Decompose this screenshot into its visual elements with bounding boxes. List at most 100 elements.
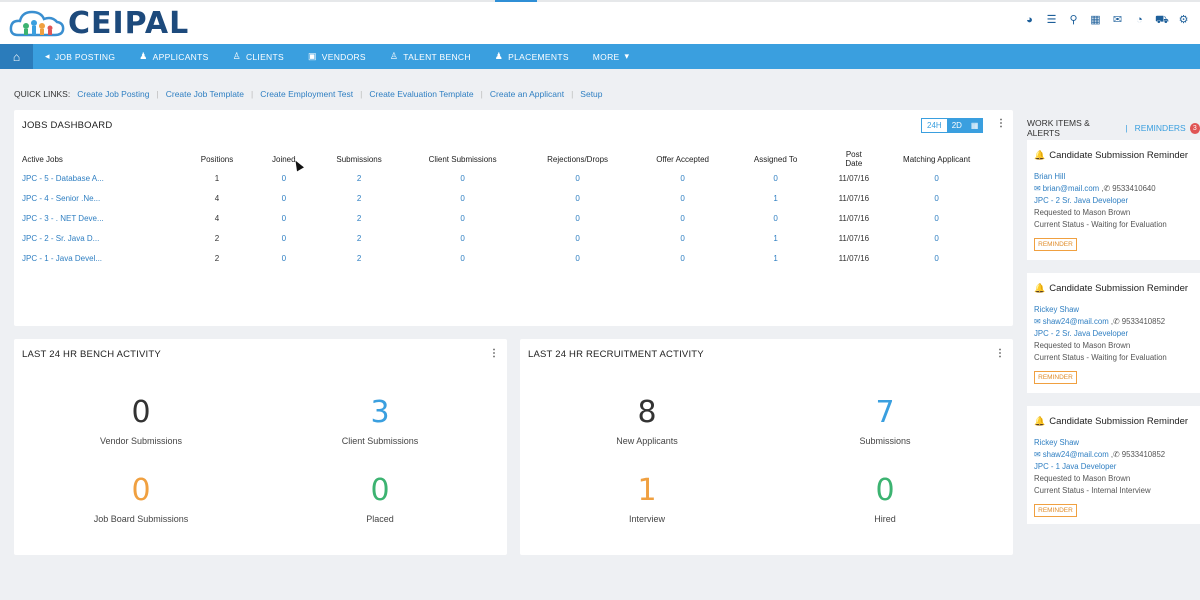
joined-cell[interactable]: 0: [272, 228, 296, 248]
reminder-badge[interactable]: REMINDER: [1034, 504, 1077, 517]
quick-link-create-employment-test[interactable]: Create Employment Test: [260, 89, 353, 99]
table-row[interactable]: JPC - 3 - . NET Deve... 4 0 2 0 0 0 0 11…: [22, 208, 1004, 228]
rejections-cell[interactable]: 0: [503, 188, 653, 208]
calendar-icon[interactable]: ▦: [966, 119, 983, 132]
job-link[interactable]: JPC - 5 - Database A...: [22, 168, 162, 188]
search-icon[interactable]: ⚲: [1067, 14, 1080, 27]
matching-applicant-cell[interactable]: 0: [869, 168, 1004, 188]
quick-link-create-evaluation-template[interactable]: Create Evaluation Template: [369, 89, 473, 99]
job-link[interactable]: JPC - 2 Sr. Java Developer: [1034, 196, 1128, 205]
clock-icon[interactable]: ◔: [1133, 14, 1146, 27]
assigned-to-cell[interactable]: 0: [713, 208, 839, 228]
assigned-to-cell[interactable]: 0: [713, 168, 839, 188]
matching-applicant-cell[interactable]: 0: [869, 228, 1004, 248]
quick-link-create-applicant[interactable]: Create an Applicant: [490, 89, 564, 99]
stat-hired[interactable]: 0 Hired: [785, 475, 985, 525]
recruitment-activity-menu-icon[interactable]: ⋮: [995, 348, 1005, 359]
nav-placements[interactable]: ♟ PLACEMENTS: [483, 51, 581, 62]
table-row[interactable]: JPC - 4 - Senior .Ne... 4 0 2 0 0 0 1 11…: [22, 188, 1004, 208]
rejections-cell[interactable]: 0: [503, 168, 653, 188]
column-header: Assigned To: [753, 154, 798, 164]
candidate-email[interactable]: brian@mail.com: [1043, 184, 1099, 193]
offer-accepted-cell[interactable]: 0: [653, 248, 713, 268]
reminder-badge[interactable]: REMINDER: [1034, 238, 1077, 251]
candidate-name-link[interactable]: Rickey Shaw: [1034, 438, 1079, 447]
job-link[interactable]: JPC - 2 - Sr. Java D...: [22, 228, 162, 248]
job-link[interactable]: JPC - 4 - Senior .Ne...: [22, 188, 162, 208]
matching-applicant-cell[interactable]: 0: [869, 248, 1004, 268]
client-submissions-cell[interactable]: 0: [423, 168, 503, 188]
jobs-dashboard-menu-icon[interactable]: ⋮: [996, 118, 1006, 129]
stat-placed[interactable]: 0 Placed: [280, 475, 480, 525]
submissions-cell[interactable]: 2: [296, 208, 423, 228]
joined-cell[interactable]: 0: [272, 188, 296, 208]
settings-icon[interactable]: ⚙: [1177, 14, 1190, 27]
candidate-email[interactable]: shaw24@mail.com: [1043, 317, 1109, 326]
nav-vendors[interactable]: ▣ VENDORS: [296, 51, 378, 62]
table-row[interactable]: JPC - 2 - Sr. Java D... 2 0 2 0 0 0 1 11…: [22, 228, 1004, 248]
joined-cell[interactable]: 0: [272, 168, 296, 188]
submissions-cell[interactable]: 2: [296, 248, 423, 268]
submissions-cell[interactable]: 2: [296, 188, 423, 208]
reminder-card[interactable]: 🔔 Candidate Submission Reminder Brian Hil…: [1027, 140, 1200, 260]
reminder-card[interactable]: 🔔 Candidate Submission Reminder Rickey Sh…: [1027, 273, 1200, 393]
job-link[interactable]: JPC - 3 - . NET Deve...: [22, 208, 162, 228]
quick-link-setup[interactable]: Setup: [580, 89, 602, 99]
job-link[interactable]: JPC - 1 Java Developer: [1034, 462, 1116, 471]
client-submissions-cell[interactable]: 0: [423, 228, 503, 248]
work-items-tab[interactable]: WORK ITEMS & ALERTS: [1027, 118, 1118, 138]
stat-job-board-submissions[interactable]: 0 Job Board Submissions: [41, 475, 241, 525]
offer-accepted-cell[interactable]: 0: [653, 208, 713, 228]
candidate-name-link[interactable]: Rickey Shaw: [1034, 305, 1079, 314]
candidate-email[interactable]: shaw24@mail.com: [1043, 450, 1109, 459]
reminder-badge[interactable]: REMINDER: [1034, 371, 1077, 384]
nav-talent-bench[interactable]: ♙ TALENT BENCH: [378, 51, 483, 62]
list-icon[interactable]: ☰: [1045, 14, 1058, 27]
job-link[interactable]: JPC - 1 - Java Devel...: [22, 248, 162, 268]
mail-icon[interactable]: ✉: [1111, 14, 1124, 27]
stat-client-submissions[interactable]: 3 Client Submissions: [280, 397, 480, 447]
matching-applicant-cell[interactable]: 0: [869, 208, 1004, 228]
offer-accepted-cell[interactable]: 0: [653, 188, 713, 208]
submissions-cell[interactable]: 2: [296, 168, 423, 188]
home-button[interactable]: ⌂: [0, 44, 33, 69]
quick-link-create-job-posting[interactable]: Create Job Posting: [77, 89, 149, 99]
rejections-cell[interactable]: 0: [503, 208, 653, 228]
joined-cell[interactable]: 0: [272, 248, 296, 268]
matching-applicant-cell[interactable]: 0: [869, 188, 1004, 208]
nav-job-posting[interactable]: ◂ JOB POSTING: [33, 51, 127, 62]
assigned-to-cell[interactable]: 1: [713, 228, 839, 248]
pie-chart-icon[interactable]: ◕: [1023, 14, 1036, 27]
table-row[interactable]: JPC - 1 - Java Devel... 2 0 2 0 0 0 1 11…: [22, 248, 1004, 268]
rejections-cell[interactable]: 0: [503, 228, 653, 248]
offer-accepted-cell[interactable]: 0: [653, 228, 713, 248]
reminder-card[interactable]: 🔔 Candidate Submission Reminder Rickey Sh…: [1027, 406, 1200, 524]
joined-cell[interactable]: 0: [272, 208, 296, 228]
quick-link-create-job-template[interactable]: Create Job Template: [166, 89, 244, 99]
nav-more[interactable]: MORE ▾: [581, 51, 642, 62]
job-link[interactable]: JPC - 2 Sr. Java Developer: [1034, 329, 1128, 338]
toggle-24h[interactable]: 24H: [922, 119, 947, 132]
stat-vendor-submissions[interactable]: 0 Vendor Submissions: [41, 397, 241, 447]
reminders-tab[interactable]: REMINDERS: [1135, 123, 1186, 133]
offer-accepted-cell[interactable]: 0: [653, 168, 713, 188]
calendar-icon[interactable]: ▦: [1089, 14, 1102, 27]
client-submissions-cell[interactable]: 0: [423, 188, 503, 208]
assigned-to-cell[interactable]: 1: [713, 248, 839, 268]
nav-applicants[interactable]: ♟ APPLICANTS: [127, 51, 220, 62]
submissions-cell[interactable]: 2: [296, 228, 423, 248]
rejections-cell[interactable]: 0: [503, 248, 653, 268]
toggle-2d[interactable]: 2D: [946, 119, 967, 132]
client-submissions-cell[interactable]: 0: [423, 248, 503, 268]
ceipal-logo[interactable]: CEIPAL: [8, 6, 189, 41]
bench-activity-menu-icon[interactable]: ⋮: [489, 348, 499, 359]
stat-interview[interactable]: 1 Interview: [547, 475, 747, 525]
stat-new-applicants[interactable]: 8 New Applicants: [547, 397, 747, 447]
nav-clients[interactable]: ♙ CLIENTS: [221, 51, 296, 62]
stat-submissions[interactable]: 7 Submissions: [785, 397, 985, 447]
candidate-name-link[interactable]: Brian Hill: [1034, 172, 1065, 181]
assigned-to-cell[interactable]: 1: [713, 188, 839, 208]
client-submissions-cell[interactable]: 0: [423, 208, 503, 228]
cart-icon[interactable]: ⛟: [1155, 14, 1169, 27]
table-row[interactable]: JPC - 5 - Database A... 1 0 2 0 0 0 0 11…: [22, 168, 1004, 188]
